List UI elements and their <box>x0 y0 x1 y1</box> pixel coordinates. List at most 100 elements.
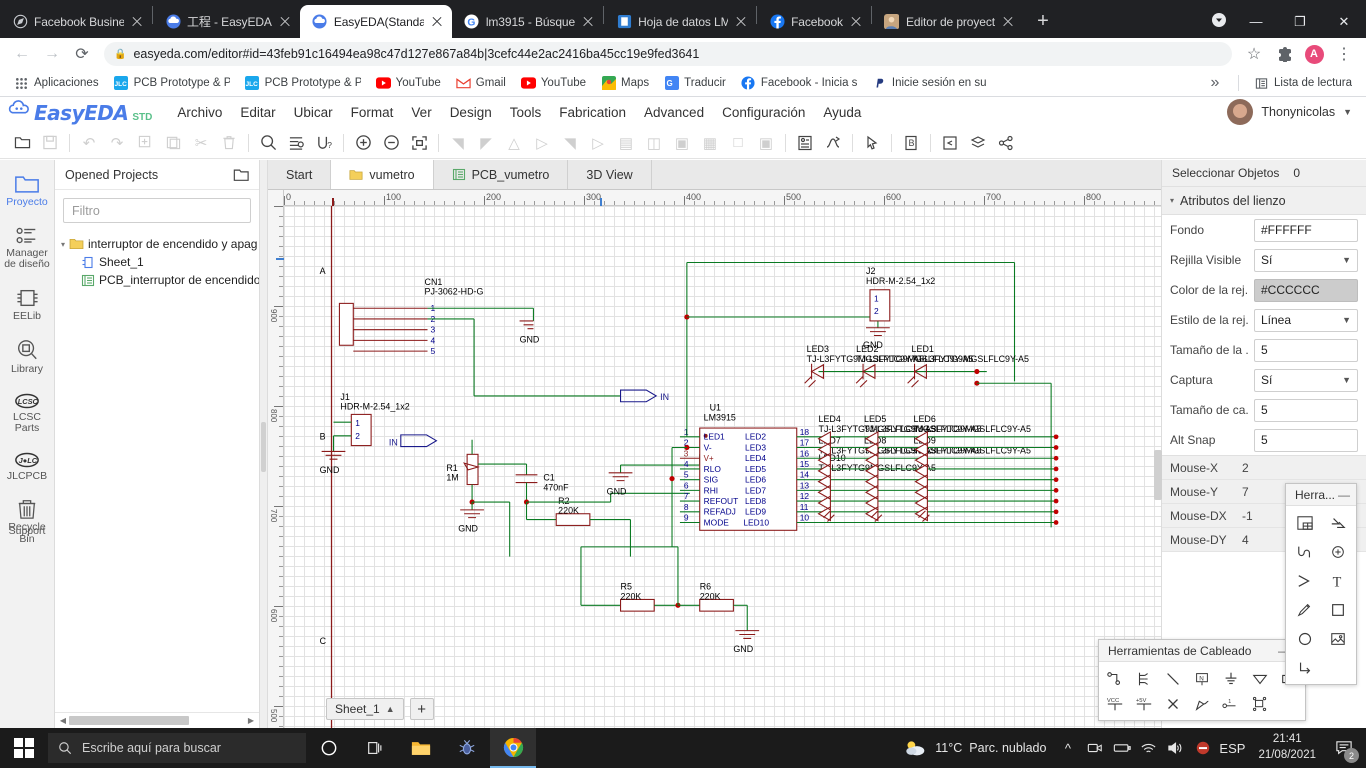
schematic-canvas[interactable]: 0100200300400500600700800 90080070060050… <box>268 190 1161 728</box>
find-list-icon[interactable] <box>282 130 310 156</box>
menu-ubicar[interactable]: Ubicar <box>285 101 342 124</box>
bus-icon[interactable] <box>1130 666 1159 691</box>
save-icon[interactable] <box>36 130 64 156</box>
canvas-grid[interactable]: .w{stroke:#0a7a22;stroke-width:1.1;fill:… <box>284 206 1161 728</box>
menu-design[interactable]: Design <box>441 101 501 124</box>
menu-tools[interactable]: Tools <box>501 101 551 124</box>
tree-item-project[interactable]: ▾ interruptor de encendido y apag <box>59 235 255 253</box>
pencil-icon[interactable] <box>1288 597 1321 622</box>
align-top-icon[interactable]: ▷ <box>528 130 556 156</box>
maximize-button[interactable]: ❐ <box>1278 6 1322 38</box>
tab-close-icon[interactable] <box>849 15 863 29</box>
align-bottom-icon[interactable]: ▷ <box>584 130 612 156</box>
bookmark-9[interactable]: Facebook - Inicia se... <box>735 74 863 93</box>
scroll-right-icon[interactable]: ▶ <box>245 716 257 725</box>
clock[interactable]: 21:41 21/08/2021 <box>1248 732 1326 763</box>
extensions-icon[interactable] <box>1270 40 1298 68</box>
tab-pcb-vumetro[interactable]: PCB_vumetro <box>434 160 569 189</box>
rail-item-eelib[interactable]: EELib <box>0 279 54 331</box>
scroll-left-icon[interactable]: ◀ <box>57 716 69 725</box>
property-value[interactable]: Sí▼ <box>1254 249 1358 272</box>
scroll-thumb[interactable] <box>69 716 189 725</box>
property-value[interactable]: #CCCCCC <box>1254 279 1358 302</box>
menu-ayuda[interactable]: Ayuda <box>814 101 870 124</box>
menu-kebab-icon[interactable]: ⋮ <box>1330 40 1358 68</box>
plus5v-icon[interactable]: +5V <box>1130 691 1159 716</box>
property-value[interactable]: Sí▼ <box>1254 369 1358 392</box>
netlabel-icon[interactable]: N <box>1188 666 1217 691</box>
back-icon[interactable]: ← <box>8 40 36 68</box>
property-value[interactable]: 5 <box>1254 429 1358 452</box>
bookmark-5[interactable]: Gmail <box>450 74 512 93</box>
browser-tab-2[interactable]: 工程 - EasyEDA <box>153 5 300 38</box>
bug-icon[interactable] <box>444 728 490 768</box>
bus-icon[interactable]: B <box>897 130 925 156</box>
project-panel-hscrollbar[interactable]: ◀ ▶ <box>55 712 259 728</box>
open-icon[interactable] <box>8 130 36 156</box>
net-query-icon[interactable]: ? <box>310 130 338 156</box>
canvas-attributes-section[interactable]: ▾ Atributos del lienzo <box>1162 187 1366 215</box>
cut-icon[interactable]: ✂ <box>187 130 215 156</box>
caret-icon[interactable]: ▾ <box>61 240 65 249</box>
bom-icon[interactable] <box>791 130 819 156</box>
menu-advanced[interactable]: Advanced <box>635 101 713 124</box>
chevron-up-icon[interactable]: ▲ <box>386 704 395 714</box>
reading-list-button[interactable]: Lista de lectura <box>1248 74 1358 93</box>
do-not-disturb-icon[interactable] <box>1189 728 1216 768</box>
drawing-tools-palette[interactable]: Herra... — T <box>1285 483 1357 685</box>
panel-collapse-handle[interactable] <box>260 160 268 728</box>
forward-icon[interactable]: → <box>38 40 66 68</box>
bookmark-7[interactable]: Maps <box>595 74 655 93</box>
layers-icon[interactable] <box>964 130 992 156</box>
bookmark-6[interactable]: YouTube <box>515 74 592 93</box>
meeting-icon[interactable] <box>1081 728 1108 768</box>
distribute-v-icon[interactable]: ◫ <box>640 130 668 156</box>
image-icon[interactable] <box>1321 626 1354 651</box>
vcc-flag-icon[interactable] <box>1245 666 1274 691</box>
tab-close-icon[interactable] <box>581 15 595 29</box>
rail-item-lcsc-parts[interactable]: LCSC LCSC Parts <box>0 384 54 443</box>
no-connect-icon[interactable] <box>1159 691 1188 716</box>
bookmark-2[interactable]: JLCPCB Prototype & P... <box>108 74 236 93</box>
wifi-icon[interactable] <box>1135 728 1162 768</box>
line-icon[interactable] <box>1159 666 1188 691</box>
rail-item-recycle-bin[interactable]: Support Recycle Bin <box>0 490 54 553</box>
convert-pcb-icon[interactable] <box>819 130 847 156</box>
property-value[interactable]: Línea▼ <box>1254 309 1358 332</box>
vcc-icon[interactable]: VCC <box>1101 691 1130 716</box>
bookmark-10[interactable]: Inicie sesión en su c... <box>866 74 994 93</box>
file-explorer-icon[interactable] <box>398 728 444 768</box>
browser-tab-7[interactable]: Editor de proyect <box>872 5 1023 38</box>
gnd-icon[interactable] <box>1216 666 1245 691</box>
language-indicator[interactable]: ESP <box>1216 728 1248 768</box>
bookmark-3[interactable]: JLCPCB Prototype & P... <box>239 74 367 93</box>
profile-avatar[interactable]: A <box>1300 40 1328 68</box>
cortana-icon[interactable] <box>306 728 352 768</box>
bookmark-1[interactable]: Aplicaciones <box>8 74 105 93</box>
new-tab-button[interactable]: + <box>1029 7 1057 35</box>
wire-icon[interactable] <box>1101 666 1130 691</box>
sheet-button[interactable]: Sheet_1 ▲ <box>326 698 404 720</box>
align-vcenter-icon[interactable]: ◥ <box>556 130 584 156</box>
volume-icon[interactable] <box>1162 728 1189 768</box>
arrow-icon[interactable] <box>1288 568 1321 593</box>
drawing-tools-header[interactable]: Herra... — <box>1286 484 1356 506</box>
paste-icon[interactable] <box>159 130 187 156</box>
search-icon[interactable] <box>254 130 282 156</box>
path-icon[interactable] <box>1288 655 1321 680</box>
text-icon[interactable]: T <box>1321 568 1354 593</box>
properties-collapse-handle[interactable] <box>1154 450 1162 500</box>
select-cursor-icon[interactable] <box>858 130 886 156</box>
task-view-icon[interactable] <box>352 728 398 768</box>
zoom-fit-icon[interactable] <box>405 130 433 156</box>
probe-icon[interactable] <box>1188 691 1217 716</box>
bookmark-8[interactable]: GTraducir <box>658 74 732 93</box>
tab-close-icon[interactable] <box>278 15 292 29</box>
zoom-in-icon[interactable] <box>349 130 377 156</box>
chrome-icon[interactable] <box>490 728 536 768</box>
arc-icon[interactable] <box>1288 539 1321 564</box>
battery-icon[interactable] <box>1108 728 1135 768</box>
minimize-button[interactable]: — <box>1234 6 1278 38</box>
close-button[interactable]: ✕ <box>1322 6 1366 38</box>
notification-center-button[interactable]: 2 <box>1326 728 1362 768</box>
